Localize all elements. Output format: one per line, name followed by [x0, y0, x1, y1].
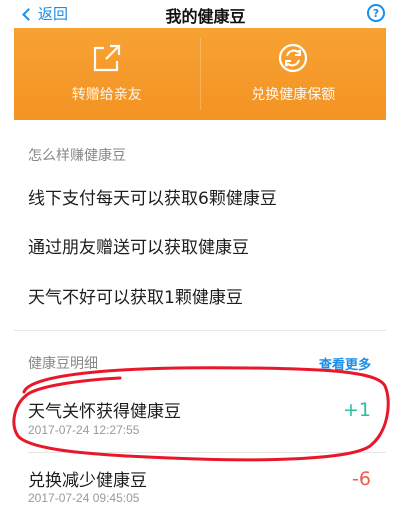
see-more-link[interactable]: 查看更多: [319, 354, 371, 373]
detail-row-title: 天气关怀获得健康豆: [28, 402, 181, 422]
detail-row-date: 2017-07-24 12:27:55: [28, 423, 140, 437]
detail-row-amount: -6: [352, 468, 371, 490]
row-divider: [28, 452, 386, 453]
exchange-button[interactable]: 兑换健康保额: [201, 28, 387, 120]
earn-item: 天气不好可以获取1颗健康豆: [28, 288, 243, 308]
earn-item: 通过朋友赠送可以获取健康豆: [28, 238, 249, 258]
section-divider: [14, 330, 386, 331]
share-out-icon: [93, 44, 120, 72]
page-title: 我的健康豆: [165, 7, 246, 26]
detail-row-amount: +1: [342, 399, 371, 421]
earn-item: 线下支付每天可以获取6颗健康豆: [28, 189, 277, 209]
transfer-button[interactable]: 转赠给亲友: [14, 28, 200, 120]
detail-row-title: 兑换减少健康豆: [28, 471, 147, 491]
help-icon[interactable]: ?: [367, 4, 385, 22]
exchange-label: 兑换健康保额: [251, 87, 336, 103]
transfer-label: 转赠给亲友: [71, 87, 142, 103]
action-banner: 转赠给亲友 兑换健康保额: [14, 28, 386, 120]
detail-section-title: 健康豆明细: [28, 356, 98, 372]
nav-bar: 返回 我的健康豆 ?: [0, 0, 411, 28]
earn-section-title: 怎么样赚健康豆: [28, 148, 126, 164]
exchange-icon: [279, 43, 308, 73]
page: 返回 我的健康豆 ? 转赠给亲友 兑换健康保额 怎么样赚健康豆 线下支付每天可以…: [0, 0, 411, 509]
detail-row-date: 2017-07-24 09:45:05: [28, 491, 140, 505]
